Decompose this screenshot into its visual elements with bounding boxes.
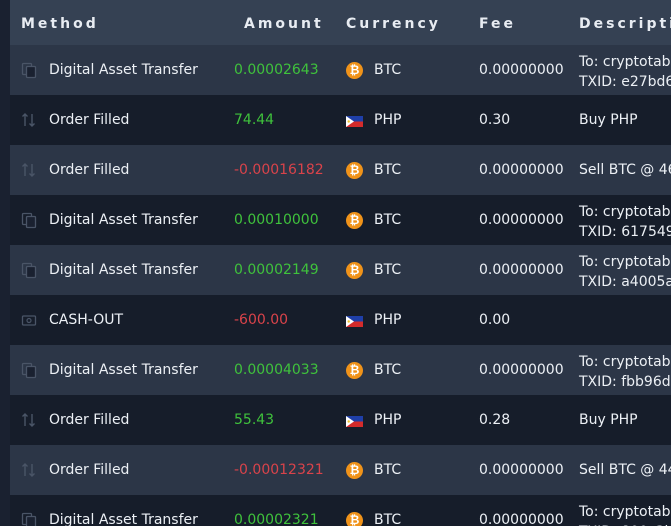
description-line-1: To: cryptotabb	[579, 54, 671, 70]
amount-value: 0.00010000	[234, 212, 319, 228]
order-icon	[21, 461, 37, 479]
table-body: Digital Asset Transfer 0.00002643 ₿ BTC 0.00…	[10, 45, 671, 526]
column-header-fee[interactable]: Fee	[479, 16, 516, 32]
transactions-table: Method Amount Currency Fee Descripti Dig…	[10, 0, 671, 526]
fee-value: 0.00000000	[479, 62, 564, 78]
description-line-1: To: cryptotabb	[579, 504, 671, 520]
table-row[interactable]: Order Filled -0.00012321 ₿ BTC 0.00000000 Sel…	[10, 445, 671, 495]
currency-code: PHP	[374, 112, 402, 128]
fee-value: 0.30	[479, 112, 511, 128]
order-icon	[21, 161, 37, 179]
table-row[interactable]: Order Filled -0.00016182 ₿ BTC 0.00000000 Sel…	[10, 145, 671, 195]
fee-value: 0.00000000	[479, 512, 564, 526]
fee-value: 0.00000000	[479, 212, 564, 228]
method-label: Digital Asset Transfer	[49, 212, 198, 228]
bitcoin-icon: ₿	[346, 512, 363, 526]
description: Sell BTC @ 449	[579, 462, 671, 478]
fee-value: 0.00000000	[479, 462, 564, 478]
currency-code: BTC	[374, 62, 402, 78]
philippines-flag-icon	[346, 112, 363, 129]
amount-value: 0.00004033	[234, 362, 319, 378]
table-row[interactable]: Digital Asset Transfer 0.00002149 ₿ BTC 0.00…	[10, 245, 671, 295]
method-label: Digital Asset Transfer	[49, 262, 198, 278]
cash-out-icon	[21, 311, 37, 329]
description: To: cryptotabb TXID: 800c3b	[579, 502, 671, 526]
description: To: cryptotabb TXID: fbb96d0	[579, 352, 671, 392]
description-line-2: TXID: e27bd6a	[579, 74, 671, 90]
fee-value: 0.00000000	[479, 162, 564, 178]
table-row[interactable]: Digital Asset Transfer 0.00002643 ₿ BTC 0.00…	[10, 45, 671, 95]
description: Buy PHP	[579, 112, 638, 128]
currency-code: PHP	[374, 412, 402, 428]
table-row[interactable]: CASH-OUT -600.00 PHP 0.00	[10, 295, 671, 345]
currency-code: BTC	[374, 462, 402, 478]
method-label: Order Filled	[49, 162, 130, 178]
fee-value: 0.00000000	[479, 362, 564, 378]
column-header-currency[interactable]: Currency	[346, 16, 441, 32]
description: To: cryptotabb TXID: 617549e	[579, 202, 671, 242]
table-header: Method Amount Currency Fee Descripti	[10, 0, 671, 45]
description: Buy PHP	[579, 412, 638, 428]
table-row[interactable]: Order Filled 55.43 PHP 0.28 Buy PHP	[10, 395, 671, 445]
bitcoin-icon: ₿	[346, 162, 363, 179]
bitcoin-icon: ₿	[346, 212, 363, 229]
description-line-2: TXID: a4005ad	[579, 274, 671, 290]
philippines-flag-icon	[346, 412, 363, 429]
amount-value: -0.00016182	[234, 162, 324, 178]
fee-value: 0.00000000	[479, 262, 564, 278]
bitcoin-icon: ₿	[346, 262, 363, 279]
bitcoin-icon: ₿	[346, 462, 363, 479]
transfer-icon	[21, 511, 37, 526]
transfer-icon	[21, 261, 37, 279]
currency-code: BTC	[374, 262, 402, 278]
bitcoin-icon: ₿	[346, 62, 363, 79]
transfer-icon	[21, 361, 37, 379]
amount-value: 55.43	[234, 412, 275, 428]
description-line-1: To: cryptotabb	[579, 354, 671, 370]
bitcoin-icon: ₿	[346, 362, 363, 379]
column-header-description[interactable]: Descripti	[579, 16, 671, 32]
description-line-2: TXID: 617549e	[579, 224, 671, 240]
fee-value: 0.28	[479, 412, 511, 428]
currency-code: BTC	[374, 512, 402, 526]
method-label: Digital Asset Transfer	[49, 62, 198, 78]
table-row[interactable]: Digital Asset Transfer 0.00010000 ₿ BTC 0.00…	[10, 195, 671, 245]
amount-value: -600.00	[234, 312, 289, 328]
transfer-icon	[21, 61, 37, 79]
method-label: Order Filled	[49, 412, 130, 428]
description: To: cryptotabb TXID: a4005ad	[579, 252, 671, 292]
description-line-1: To: cryptotabb	[579, 254, 671, 270]
method-label: Digital Asset Transfer	[49, 512, 198, 526]
order-icon	[21, 411, 37, 429]
table-row[interactable]: Digital Asset Transfer 0.00004033 ₿ BTC 0.00…	[10, 345, 671, 395]
amount-value: 0.00002643	[234, 62, 319, 78]
description: To: cryptotabb TXID: e27bd6a	[579, 52, 671, 92]
column-header-amount[interactable]: Amount	[244, 16, 324, 32]
amount-value: -0.00012321	[234, 462, 324, 478]
amount-value: 0.00002149	[234, 262, 319, 278]
currency-code: BTC	[374, 212, 402, 228]
order-icon	[21, 111, 37, 129]
description-line-2: TXID: fbb96d0	[579, 374, 671, 390]
currency-code: BTC	[374, 162, 402, 178]
method-label: Order Filled	[49, 462, 130, 478]
method-label: CASH-OUT	[49, 312, 124, 328]
method-label: Digital Asset Transfer	[49, 362, 198, 378]
description: Sell BTC @ 460	[579, 162, 671, 178]
fee-value: 0.00	[479, 312, 511, 328]
column-header-method[interactable]: Method	[21, 16, 99, 32]
philippines-flag-icon	[346, 312, 363, 329]
amount-value: 74.44	[234, 112, 275, 128]
description-line-2: TXID: 800c3b	[579, 522, 671, 526]
description-line-1: To: cryptotabb	[579, 204, 671, 220]
method-label: Order Filled	[49, 112, 130, 128]
currency-code: PHP	[374, 312, 402, 328]
currency-code: BTC	[374, 362, 402, 378]
amount-value: 0.00002321	[234, 512, 319, 526]
transfer-icon	[21, 211, 37, 229]
table-row[interactable]: Digital Asset Transfer 0.00002321 ₿ BTC 0.00…	[10, 495, 671, 526]
table-row[interactable]: Order Filled 74.44 PHP 0.30 Buy PHP	[10, 95, 671, 145]
